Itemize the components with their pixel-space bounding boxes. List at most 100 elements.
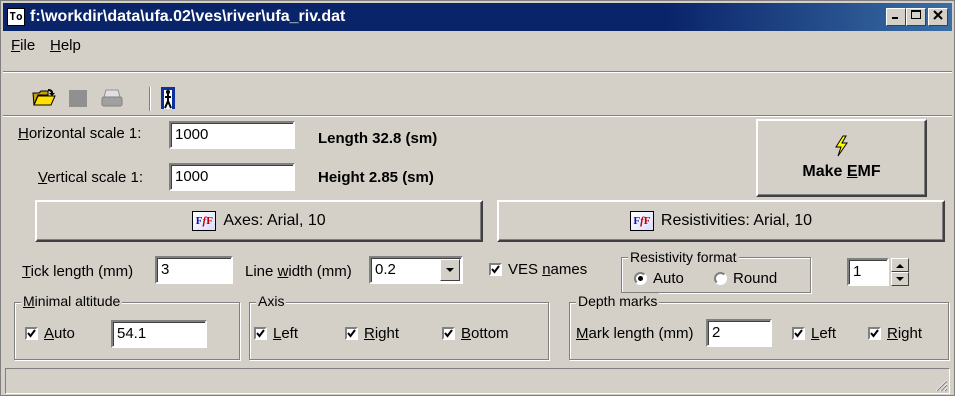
resistivity-format-auto-label: Auto [653,270,684,287]
spin-down-button[interactable] [891,272,909,286]
axes-font-label: Axes: Arial, 10 [223,212,326,229]
horizontal-scale-mnemonic: H [18,125,29,142]
menu-help-label: elp [60,37,81,54]
print-button[interactable] [99,85,125,111]
checkmark-icon [870,329,879,338]
menu-help[interactable]: Help [50,37,81,54]
resize-grip-icon[interactable] [934,378,948,392]
length-readout: Length 32.8 (sm) [318,130,438,147]
font-icon-glyph-a: F [195,215,203,227]
line-width-label-pre: Line [245,263,278,280]
print-icon [101,89,123,107]
arrow-up-icon [896,263,904,268]
menu-separator [3,71,952,73]
open-folder-icon [32,89,56,106]
app-icon[interactable]: To [7,8,25,26]
make-emf-button[interactable]: Make EMF [756,119,927,197]
tick-length-mnemonic: T [22,263,31,280]
mark-length-label: Mark length (mm) [576,325,694,342]
menu-file-mnemonic: F [11,37,21,54]
minimize-icon [892,17,898,19]
axis-bottom-checkbox[interactable]: Bottom [442,325,509,342]
ves-names-label-rest: ames [550,261,588,278]
height-readout: Height 2.85 (sm) [318,169,434,186]
mark-length-input[interactable]: 2 [706,319,772,347]
depth-marks-right-mnemonic: R [887,325,898,342]
minimal-altitude-group: Minimal altitude Auto 54.1 [14,293,240,360]
resistivity-format-auto-radio[interactable]: Auto [634,270,684,287]
tick-length-label: Tick length (mm) [22,263,133,280]
close-button[interactable] [928,8,948,26]
depth-marks-left-label-text: eft [819,325,837,342]
depth-marks-right-box[interactable] [868,327,881,340]
minimal-altitude-auto-label: Auto [44,325,75,342]
ves-names-label-pre: VES [508,261,543,278]
minimal-altitude-title: Minimal altitude [21,293,123,309]
exit-button[interactable] [156,85,182,111]
make-emf-label-pre: Make [802,163,847,180]
mark-length-mnemonic: M [576,325,589,342]
axis-bottom-box[interactable] [442,327,455,340]
depth-marks-left-label: Left [811,325,836,342]
window-title: f:\workdir\data\ufa.02\ves\river\ufa_riv… [30,8,346,25]
spin-value-input[interactable]: 1 [847,258,889,286]
minimal-altitude-title-text: inimal altitude [34,293,121,309]
horizontal-scale-input[interactable]: 1000 [169,121,295,149]
radio-selected-icon[interactable] [634,272,647,285]
ves-names-checkbox-box[interactable] [489,263,502,276]
axis-right-box[interactable] [345,327,358,340]
resistivity-format-group: Resistivity format Auto Round [621,249,811,293]
line-width-label-rest: idth (mm) [288,263,352,280]
axis-left-label-text: eft [281,325,299,342]
menu-help-mnemonic: H [50,37,61,54]
axis-left-checkbox[interactable]: Left [254,325,298,342]
radio-unselected-icon[interactable] [714,272,727,285]
minimal-altitude-auto-mnemonic: A [44,325,55,342]
open-button[interactable] [31,85,57,111]
tick-length-input[interactable]: 3 [155,256,233,284]
minimal-altitude-auto-label-text: uto [54,325,75,342]
menu-file[interactable]: File [11,37,35,54]
axis-right-mnemonic: R [364,325,375,342]
tick-length-label-text: ick length (mm) [30,263,134,280]
minimal-altitude-input[interactable]: 54.1 [111,320,207,348]
horizontal-scale-label-text: orizontal scale 1: [28,125,142,142]
maximize-button[interactable] [906,8,926,26]
axis-left-box[interactable] [254,327,267,340]
resistivity-format-title: Resistivity format [628,249,739,265]
axis-bottom-mnemonic: B [461,325,472,342]
depth-marks-left-box[interactable] [792,327,805,340]
axis-bottom-label: Bottom [461,325,509,342]
line-width-select[interactable]: 0.2 [369,256,463,284]
font-icon: FfF [629,211,654,231]
minimize-button[interactable] [886,8,906,26]
line-width-dropdown-button[interactable] [440,259,460,281]
main-window: To f:\workdir\data\ufa.02\ves\river\ufa_… [0,0,955,396]
axes-font-button[interactable]: FfF Axes: Arial, 10 [35,200,483,242]
spin-up-button[interactable] [891,258,909,272]
depth-marks-right-label-text: ight [897,325,923,342]
status-bar [5,368,950,394]
minimal-altitude-auto-box[interactable] [25,327,38,340]
resistivity-format-round-label: Round [733,270,778,287]
checkmark-icon [491,265,500,274]
toolbar-separator [149,87,151,111]
depth-marks-right-checkbox[interactable]: Right [868,325,922,342]
font-icon-glyph-c: F [643,215,651,227]
axis-group: Axis Left Right Bottom [249,293,549,360]
resistivity-format-round-radio[interactable]: Round [714,270,777,287]
mark-length-label-text: ark length (mm) [588,325,694,342]
maximize-icon [911,10,921,19]
depth-marks-left-checkbox[interactable]: Left [792,325,836,342]
ves-names-checkbox[interactable]: VES names [489,261,587,278]
title-bar[interactable]: To f:\workdir\data\ufa.02\ves\river\ufa_… [3,3,952,31]
save-button[interactable] [65,85,91,111]
axis-group-title: Axis [256,293,287,309]
minimal-altitude-auto-checkbox[interactable]: Auto [25,325,75,342]
axis-right-checkbox[interactable]: Right [345,325,399,342]
resistivities-font-button[interactable]: FfF Resistivities: Arial, 10 [497,200,945,242]
checkmark-icon [256,329,265,338]
vertical-scale-input[interactable]: 1000 [169,163,295,191]
font-icon: FfF [192,211,217,231]
depth-marks-title: Depth marks [576,293,660,309]
